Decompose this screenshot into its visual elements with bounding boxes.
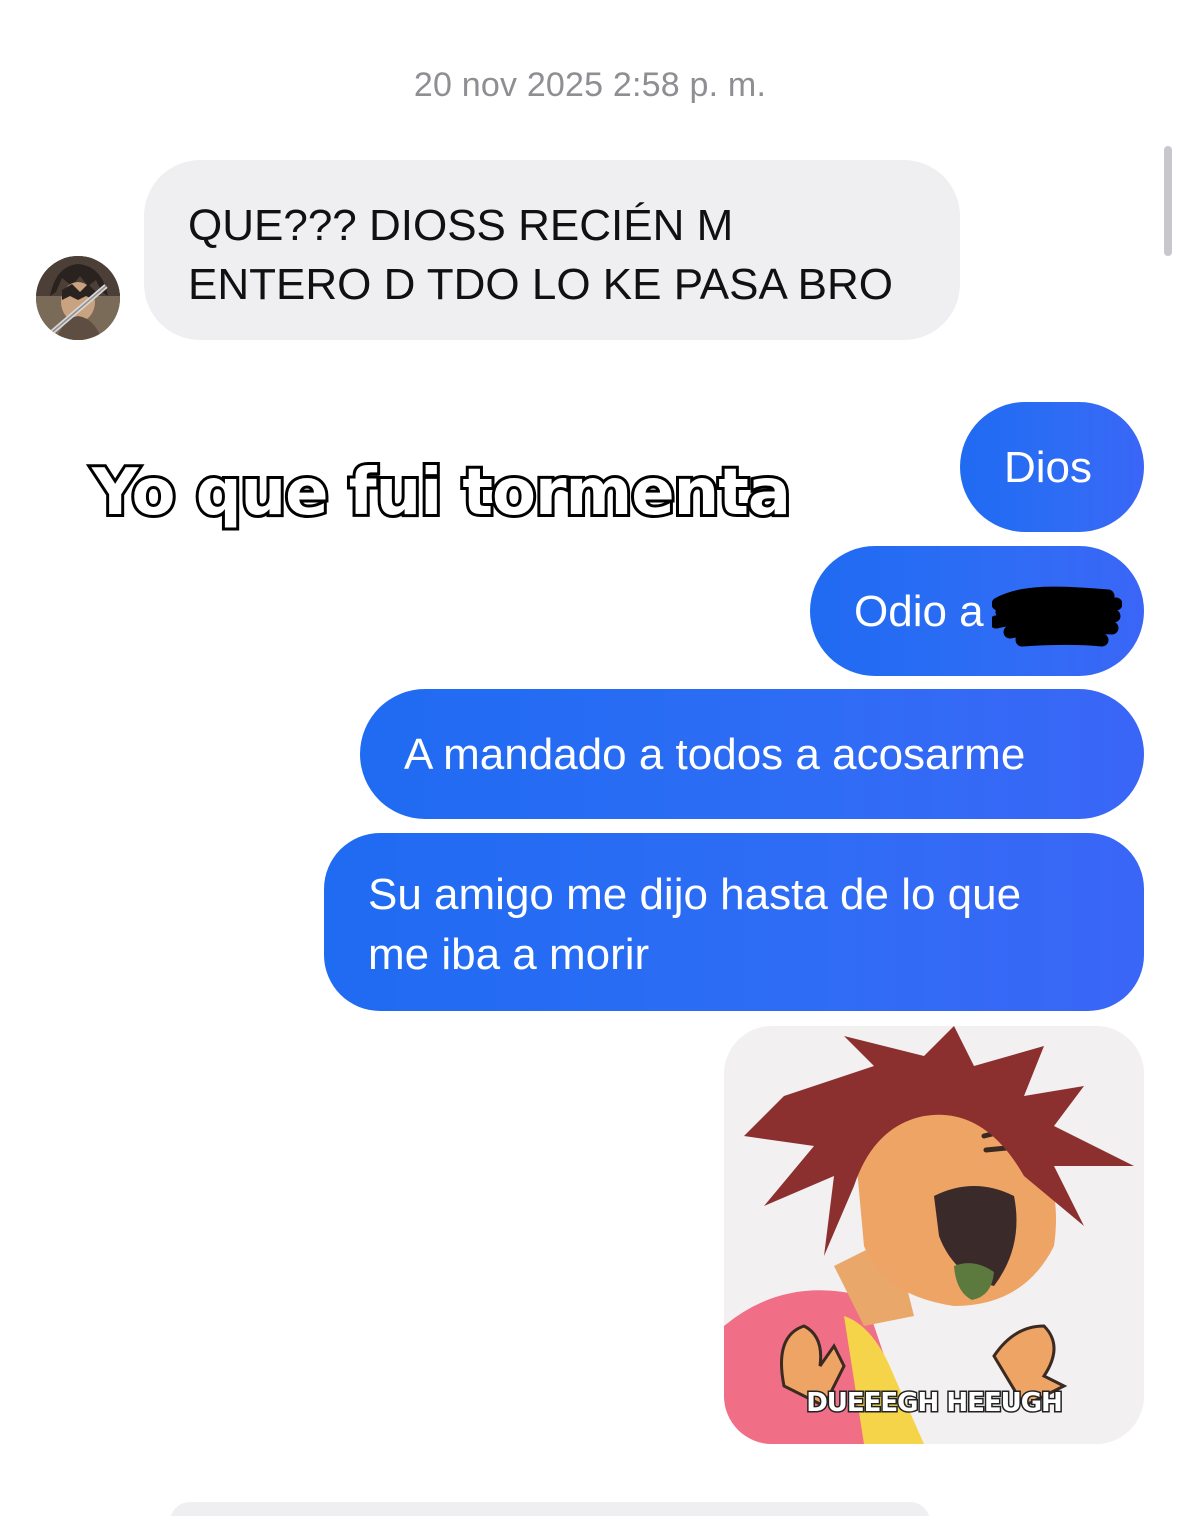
incoming-message-line: QUE??? DIOSS RECIÉN M	[188, 201, 734, 250]
scrollbar[interactable]	[1164, 146, 1172, 256]
sender-avatar[interactable]	[36, 256, 120, 340]
outgoing-message-bubble[interactable]: Su amigo me dijo hasta de lo que me iba …	[324, 833, 1144, 1011]
sticker-caption: DUEEEGH HEEUGH	[805, 1387, 1065, 1420]
outgoing-message-line: me iba a morir	[368, 930, 650, 979]
screaming-cartoon-icon	[724, 1026, 1144, 1444]
outgoing-message-text: Dios	[1004, 443, 1093, 492]
message-timestamp: 20 nov 2025 2:58 p. m.	[413, 66, 767, 104]
overlay-caption: Yo que fui tormenta	[89, 453, 794, 533]
dm-conversation: 20 nov 2025 2:58 p. m. QUE??? DIOSS RECI…	[0, 0, 1180, 1516]
avatar-icon	[36, 256, 120, 340]
outgoing-message-text: A mandado a todos a acosarme	[404, 730, 1026, 779]
outgoing-message-bubble[interactable]: A mandado a todos a acosarme	[360, 689, 1144, 819]
incoming-message-line: ENTERO D TDO LO KE PASA BRO	[188, 260, 893, 309]
outgoing-message-bubble[interactable]: Dios	[960, 402, 1144, 532]
incoming-message-bubble[interactable]: QUE??? DIOSS RECIÉN M ENTERO D TDO LO KE…	[144, 160, 960, 340]
sticker-image-message[interactable]: DUEEEGH HEEUGH	[724, 1026, 1144, 1444]
redaction-scribble-icon	[992, 586, 1122, 647]
outgoing-message-line: Su amigo me dijo hasta de lo que	[368, 870, 1022, 919]
partial-incoming-bubble[interactable]	[170, 1502, 930, 1516]
